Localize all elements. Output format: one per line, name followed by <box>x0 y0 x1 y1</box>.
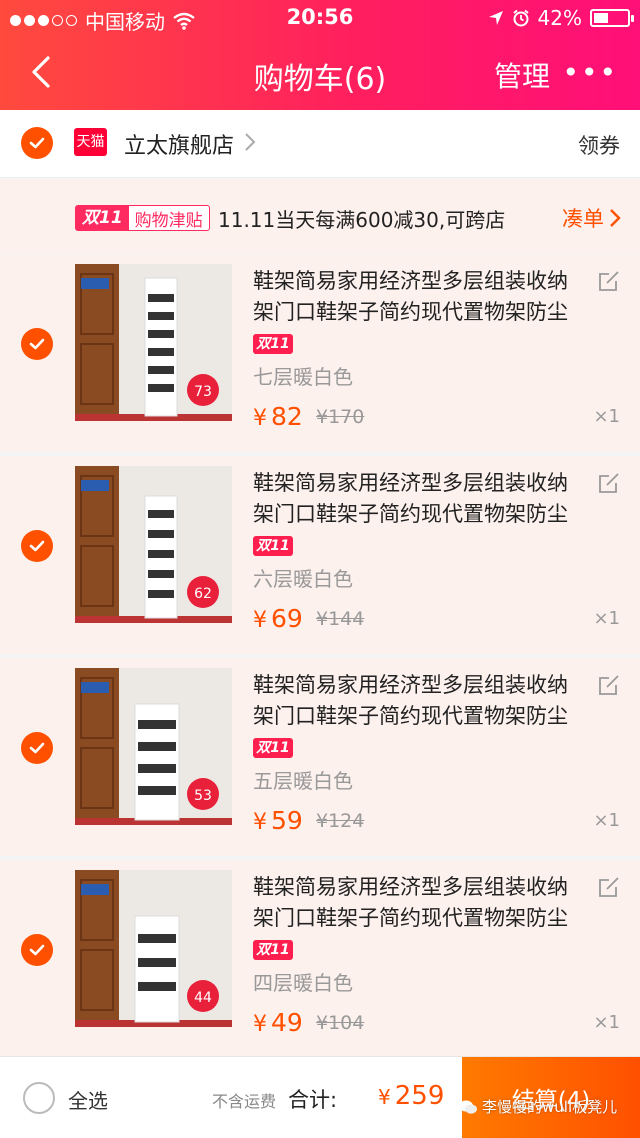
double11-badge: 双11 <box>253 334 293 354</box>
select-all-label[interactable]: 全选 <box>68 1085 108 1114</box>
promo-tag-label: 购物津贴 <box>134 210 203 231</box>
price: ¥49 <box>253 1008 303 1037</box>
product-image[interactable]: 53 <box>75 668 232 825</box>
battery-icon <box>590 9 634 27</box>
item-checkbox[interactable] <box>21 934 53 966</box>
promo-row: 双11 购物津贴 11.11当天每满600减30,可跨店 凑单 <box>0 179 640 253</box>
check-icon <box>29 137 45 149</box>
coupon-button[interactable]: 领券 <box>578 130 620 160</box>
check-icon <box>29 944 45 956</box>
shoe-rack-image: 62 <box>75 466 232 623</box>
double11-badge: 双11 <box>253 940 293 960</box>
price: ¥82 <box>253 402 303 431</box>
battery-percent: 42% <box>537 6 582 30</box>
currency: ¥ <box>253 406 267 431</box>
check-icon <box>29 338 45 350</box>
item-checkbox[interactable] <box>21 732 53 764</box>
item-checkbox[interactable] <box>21 328 53 360</box>
product-image[interactable]: 73 <box>75 264 232 421</box>
watermark: 李慢慢的wuli板凳儿 <box>458 1096 617 1117</box>
item-checkbox[interactable] <box>21 530 53 562</box>
thumb-price: 53 <box>194 788 212 804</box>
check-icon <box>29 540 45 552</box>
item-title[interactable]: 鞋架简易家用经济型多层组装收纳架门口鞋架子简约现代置物架防尘 <box>253 468 583 530</box>
nav-bar: 购物车(6) 管理 ••• <box>0 40 640 106</box>
tmall-logo: 天猫 <box>74 128 107 156</box>
promo-text: 11.11当天每满600减30,可跨店 <box>218 208 506 232</box>
double11-badge: 双11 <box>253 738 293 758</box>
manage-button[interactable]: 管理 <box>494 55 550 95</box>
price-value: 69 <box>271 604 303 633</box>
total-price: ¥259 <box>378 1081 444 1111</box>
watermark-text: 李慢慢的wuli板凳儿 <box>482 1098 618 1116</box>
select-all-radio[interactable] <box>23 1082 55 1114</box>
no-shipping-note: 不含运费 <box>212 1092 277 1111</box>
product-image[interactable]: 44 <box>75 870 232 1027</box>
edit-icon[interactable] <box>598 876 620 898</box>
thumb-price: 73 <box>194 384 212 400</box>
currency: ¥ <box>253 1012 267 1037</box>
cart-item[interactable]: 44 鞋架简易家用经济型多层组装收纳架门口鞋架子简约现代置物架防尘 双11 四层… <box>0 860 640 1058</box>
price-value: 82 <box>271 402 303 431</box>
add-items-label: 凑单 <box>562 207 604 231</box>
sku-label[interactable]: 五层暖白色 <box>253 765 353 794</box>
sku-label[interactable]: 六层暖白色 <box>253 563 353 592</box>
thumb-price: 62 <box>194 586 212 602</box>
original-price: ¥144 <box>316 608 365 630</box>
quantity: ×1 <box>593 406 620 427</box>
quantity: ×1 <box>593 1012 620 1033</box>
edit-icon[interactable] <box>598 472 620 494</box>
alarm-icon <box>512 9 529 27</box>
add-items-link[interactable]: 凑单 <box>562 203 622 233</box>
wechat-icon <box>459 1100 477 1114</box>
product-image[interactable]: 62 <box>75 466 232 623</box>
location-icon <box>488 11 503 25</box>
cart-item[interactable]: 53 鞋架简易家用经济型多层组装收纳架门口鞋架子简约现代置物架防尘 双11 五层… <box>0 658 640 856</box>
currency: ¥ <box>378 1085 391 1109</box>
currency: ¥ <box>253 608 267 633</box>
item-title[interactable]: 鞋架简易家用经济型多层组装收纳架门口鞋架子简约现代置物架防尘 <box>253 872 583 934</box>
price: ¥59 <box>253 806 303 835</box>
check-icon <box>29 742 45 754</box>
status-bar: 中国移动 20:56 42% <box>0 0 640 36</box>
quantity: ×1 <box>593 608 620 629</box>
price-value: 59 <box>271 806 303 835</box>
shoe-rack-image: 44 <box>75 870 232 1027</box>
currency: ¥ <box>253 810 267 835</box>
edit-icon[interactable] <box>598 674 620 696</box>
double11-badge: 双11 <box>76 206 129 230</box>
store-row: 天猫 立太旗舰店 领券 <box>0 110 640 178</box>
original-price: ¥170 <box>316 406 365 428</box>
chevron-right-icon <box>610 209 621 227</box>
header: 中国移动 20:56 42% 购物车(6) 管理 ••• <box>0 0 640 110</box>
store-name[interactable]: 立太旗舰店 <box>124 128 234 160</box>
edit-icon[interactable] <box>598 270 620 292</box>
double11-badge: 双11 <box>253 536 293 556</box>
sku-label[interactable]: 七层暖白色 <box>253 361 353 390</box>
original-price: ¥124 <box>316 810 365 832</box>
item-title[interactable]: 鞋架简易家用经济型多层组装收纳架门口鞋架子简约现代置物架防尘 <box>253 266 583 328</box>
item-title[interactable]: 鞋架简易家用经济型多层组装收纳架门口鞋架子简约现代置物架防尘 <box>253 670 583 732</box>
cart-item[interactable]: 62 鞋架简易家用经济型多层组装收纳架门口鞋架子简约现代置物架防尘 双11 六层… <box>0 456 640 654</box>
sku-label[interactable]: 四层暖白色 <box>253 967 353 996</box>
promo-tag: 双11 购物津贴 <box>75 205 210 231</box>
thumb-price: 44 <box>194 990 212 1006</box>
cart-item[interactable]: 73 鞋架简易家用经济型多层组装收纳架门口鞋架子简约现代置物架防尘 双11 七层… <box>0 254 640 452</box>
price-value: 49 <box>271 1008 303 1037</box>
more-icon[interactable]: ••• <box>562 56 618 89</box>
shoe-rack-image: 73 <box>75 264 232 421</box>
total-label: 合计: <box>288 1088 338 1112</box>
chevron-right-icon[interactable] <box>242 130 258 154</box>
price: ¥69 <box>253 604 303 633</box>
original-price: ¥104 <box>316 1012 365 1034</box>
total-value: 259 <box>394 1081 445 1111</box>
shoe-rack-image: 53 <box>75 668 232 825</box>
quantity: ×1 <box>593 810 620 831</box>
store-checkbox[interactable] <box>21 127 53 159</box>
